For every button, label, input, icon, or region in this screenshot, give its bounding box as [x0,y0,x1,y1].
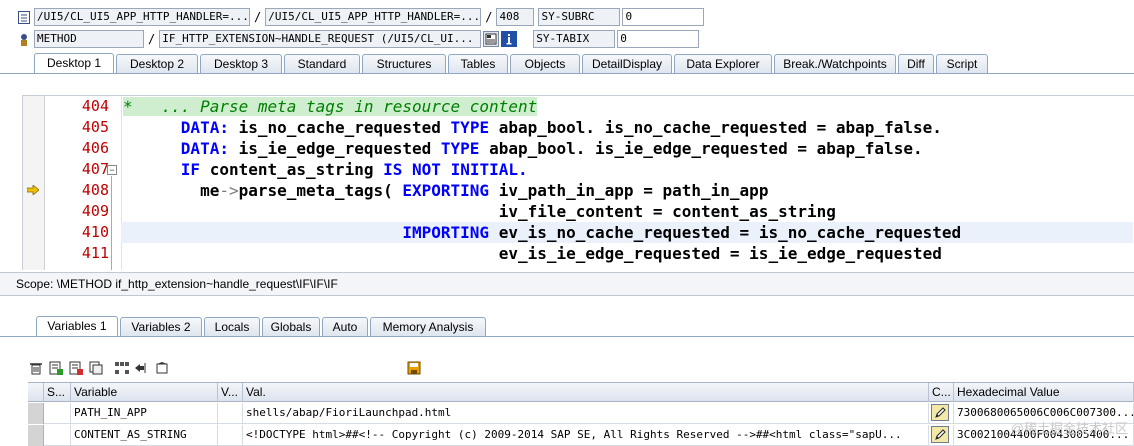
code-line-406: DATA: is_ie_edge_requested TYPE abap_boo… [180,139,923,158]
line-number: 407 [81,160,109,178]
method-icon [17,32,31,46]
line-number: 405 [81,118,109,136]
tab-locals[interactable]: Locals [204,317,260,336]
main-program-field[interactable]: /UI5/CL_UI5_APP_HTTP_HANDLER=... [34,8,250,26]
delete-icon[interactable] [28,360,44,376]
code-line-411: ev_is_ie_edge_requested = is_ie_edge_req… [498,244,942,263]
line-number-field[interactable]: 408 [496,8,535,26]
line-number: 409 [81,202,109,220]
tab-desktop-3[interactable]: Desktop 3 [200,54,282,73]
row-selector[interactable] [28,403,44,424]
document-icon[interactable] [483,31,500,47]
event-name-field[interactable]: IF_HTTP_EXTENSION~HANDLE_REQUEST (/UI5/C… [159,30,482,48]
pencil-icon[interactable] [931,404,949,421]
row-edit [929,425,954,446]
grid-col-change[interactable]: C... [929,383,954,402]
tab-auto[interactable]: Auto [322,317,368,336]
tab-structures[interactable]: Structures [362,54,446,73]
variable-v [218,425,243,446]
tab-data-explorer[interactable]: Data Explorer [674,54,772,73]
code-line-408: me->parse_meta_tags( EXPORTING iv_path_i… [200,181,769,200]
scope-bar: Scope: \METHOD if_http_extension~handle_… [0,272,1134,296]
row-status [44,425,71,446]
save-icon[interactable] [406,360,422,376]
line-number: 404 [81,97,109,115]
program-icon [17,10,31,24]
event-type-field[interactable]: METHOD [34,30,144,48]
tab-variables-1[interactable]: Variables 1 [36,316,118,336]
desktop-tabstrip: Desktop 1 Desktop 2 Desktop 3 Standard S… [0,53,1134,74]
copy-icon[interactable] [88,360,104,376]
variable-name[interactable]: CONTENT_AS_STRING [71,425,218,446]
fold-toggle-icon[interactable]: − [107,165,117,175]
tab-desktop-1[interactable]: Desktop 1 [34,53,114,73]
append-icon[interactable] [68,360,84,376]
variable-v [218,403,243,424]
line-number: 408 [81,181,109,199]
hierarchy-icon[interactable] [114,360,130,376]
include-program-field[interactable]: /UI5/CL_UI5_APP_HTTP_HANDLER=... [265,8,482,26]
tab-standard[interactable]: Standard [284,54,360,73]
code-line-404: * ... Parse meta tags in resource conten… [123,97,538,116]
variables-toolbar [28,359,426,377]
program-row: /UI5/CL_UI5_APP_HTTP_HANDLER=... / /UI5/… [0,7,705,27]
tab-detaildisplay[interactable]: DetailDisplay [582,54,672,73]
grid-col-value[interactable]: Val. [243,383,929,402]
tab-objects[interactable]: Objects [510,54,580,73]
line-number: 411 [81,244,109,262]
tab-break-watchpoints[interactable]: Break./Watchpoints [774,54,896,73]
separator: / [485,10,493,24]
variable-value[interactable]: shells/abap/FioriLaunchpad.html [243,403,929,424]
grid-col-v[interactable]: V... [218,383,243,402]
variable-value[interactable]: <!DOCTYPE html>##<!-- Copyright (c) 2009… [243,425,929,446]
code-line-409: iv_file_content = content_as_string [498,202,836,221]
code-line-405: DATA: is_no_cache_requested TYPE abap_bo… [180,118,942,137]
table-row[interactable]: PATH_IN_APP shells/abap/FioriLaunchpad.h… [28,403,1134,424]
separator: / [148,32,156,46]
variables-grid: S... Variable V... Val. C... Hexadecimal… [28,382,1134,446]
fold-line [111,176,112,270]
sys-field-name-1[interactable]: SY-SUBRC [538,8,621,26]
sys-field-value-2[interactable]: 0 [617,30,700,48]
grid-col-status[interactable]: S... [44,383,71,402]
sys-field-value-1[interactable]: 0 [622,8,705,26]
tab-memory-analysis[interactable]: Memory Analysis [370,317,486,336]
separator: / [254,10,262,24]
current-line-arrow-icon [26,184,41,198]
tab-tables[interactable]: Tables [448,54,508,73]
variables-tabstrip: Variables 1 Variables 2 Locals Globals A… [0,316,1134,337]
row-selector[interactable] [28,425,44,446]
code-line-410: IMPORTING ev_is_no_cache_requested = is_… [402,223,962,242]
event-row: METHOD / IF_HTTP_EXTENSION~HANDLE_REQUES… [0,29,700,49]
grid-header: S... Variable V... Val. C... Hexadecimal… [28,383,1134,402]
debugger-header: /UI5/CL_UI5_APP_HTTP_HANDLER=... / /UI5/… [0,0,1134,54]
breakpoint-gutter[interactable] [23,96,45,270]
source-code-editor[interactable]: 404 405 406 407 408 409 410 411 − * ... … [22,95,1134,270]
navigate-icon[interactable] [134,360,150,376]
tab-desktop-2[interactable]: Desktop 2 [116,54,198,73]
code-line-407: IF content_as_string IS NOT INITIAL. [180,160,528,179]
tab-script[interactable]: Script [936,54,988,73]
grid-col-hex[interactable]: Hexadecimal Value [954,383,1134,402]
grid-col-variable[interactable]: Variable [71,383,218,402]
grid-col-select[interactable] [28,383,44,402]
tab-globals[interactable]: Globals [262,317,320,336]
line-number: 406 [81,139,109,157]
pencil-icon[interactable] [931,426,949,443]
row-status [44,403,71,424]
sys-field-name-2[interactable]: SY-TABIX [533,30,616,48]
detail-icon[interactable] [154,360,170,376]
row-edit [929,403,954,424]
variable-name[interactable]: PATH_IN_APP [71,403,218,424]
tab-variables-2[interactable]: Variables 2 [120,317,202,336]
line-number: 410 [81,223,109,241]
code-separator [121,96,122,270]
insert-icon[interactable] [48,360,64,376]
tab-diff[interactable]: Diff [898,54,934,73]
watermark: @稀土掘金技术社区 [1010,421,1128,436]
table-row[interactable]: CONTENT_AS_STRING <!DOCTYPE html>##<!-- … [28,425,1134,446]
info-icon[interactable] [501,31,518,47]
